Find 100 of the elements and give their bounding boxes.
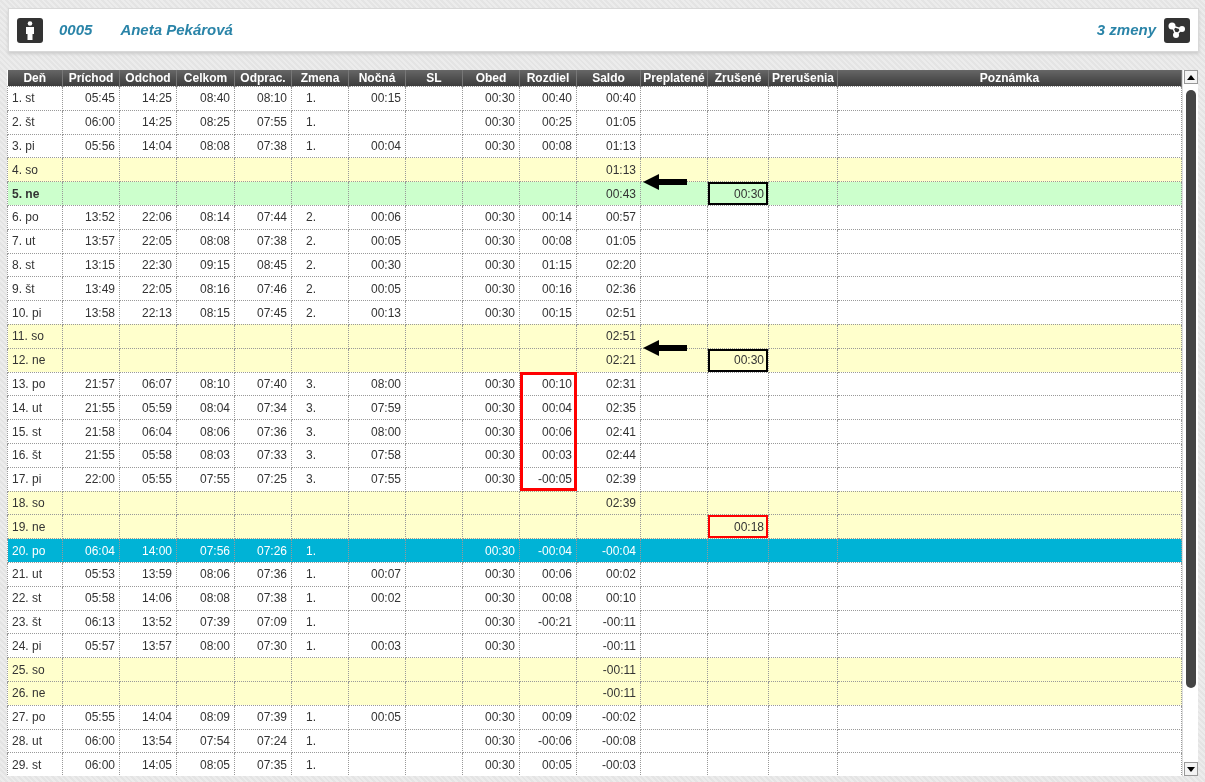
table-cell: 22. st: [7, 586, 63, 611]
table-cell: 07:55: [348, 467, 406, 492]
table-row[interactable]: 27. po 05:55 14:04 08:09 07:39 1. 00:05 00:30 00:09 -00:02: [7, 705, 1182, 729]
table-row[interactable]: 28. ut 06:00 13:54 07:54 07:24 1. 00:30 -00:06 -00:08: [7, 729, 1182, 753]
table-row[interactable]: 7. ut 13:57 22:05 08:08 07:38 2. 00:05 00:30 00:08 01:05: [7, 229, 1182, 254]
table-cell: 18. so: [7, 491, 63, 515]
table-cell: 20. po: [7, 538, 63, 563]
table-cell: 00:30: [462, 586, 520, 611]
table-row[interactable]: 24. pi 05:57 13:57 08:00 07:30 1. 00:03 00:30 -00:11: [7, 633, 1182, 658]
table-cell: 12. ne: [7, 348, 63, 373]
column-header[interactable]: SL: [405, 70, 463, 87]
table-row[interactable]: 13. po 21:57 06:07 08:10 07:40 3. 08:00 00:30 00:10 02:31: [7, 372, 1182, 396]
table-row[interactable]: 9. št 13:49 22:05 08:16 07:46 2. 00:05 00:30 00:16 02:36: [7, 276, 1182, 301]
table-row[interactable]: 22. st 05:58 14:06 08:08 07:38 1. 00:02 00:30 00:08 00:10: [7, 586, 1182, 611]
scroll-up-icon[interactable]: [1184, 70, 1198, 84]
table-cell: 00:40: [576, 86, 641, 111]
table-cell: 00:04: [348, 134, 406, 158]
scrollbar[interactable]: [1182, 70, 1198, 776]
table-cell: 3.: [291, 443, 349, 468]
table-row[interactable]: 29. st 06:00 14:05 08:05 07:35 1. 00:30 00:05 -00:03: [7, 752, 1182, 776]
table-row[interactable]: 12. ne 02:21 00:30: [7, 348, 1182, 373]
column-header[interactable]: Deň: [7, 70, 63, 87]
table-row[interactable]: 2. št 06:00 14:25 08:25 07:55 1. 00:30 00:25 01:05: [7, 110, 1182, 135]
table-row[interactable]: 8. st 13:15 22:30 09:15 08:45 2. 00:30 00:30 01:15 02:20: [7, 253, 1182, 277]
table-cell: 13:52: [62, 205, 120, 230]
table-row[interactable]: 3. pi 05:56 14:04 08:08 07:38 1. 00:04 00:30 00:08 01:13: [7, 134, 1182, 158]
table-row[interactable]: 6. po 13:52 22:06 08:14 07:44 2. 00:06 00:30 00:14 00:57: [7, 205, 1182, 230]
table-row[interactable]: 21. ut 05:53 13:59 08:06 07:36 1. 00:07 00:30 00:06 00:02: [7, 562, 1182, 587]
shift-count-link[interactable]: 3 zmeny: [1096, 18, 1156, 42]
table-cell: 2.: [291, 205, 349, 230]
table-row[interactable]: 26. ne -00:11: [7, 681, 1182, 706]
table-cell: 00:06: [519, 562, 577, 587]
table-cell: 00:30: [348, 253, 406, 277]
table-cell: 00:30: [462, 205, 520, 230]
scroll-thumb[interactable]: [1186, 90, 1196, 688]
table-cell: 00:08: [519, 134, 577, 158]
table-row[interactable]: 11. so 02:51: [7, 324, 1182, 349]
column-header[interactable]: Saldo: [576, 70, 641, 87]
column-header[interactable]: Celkom: [176, 70, 235, 87]
table-row[interactable]: 17. pi 22:00 05:55 07:55 07:25 3. 07:55 00:30 -00:05 02:39: [7, 467, 1182, 492]
column-header[interactable]: Obed: [462, 70, 520, 87]
table-cell: 07:40: [234, 372, 292, 396]
scroll-down-icon[interactable]: [1184, 762, 1198, 776]
table-cell: 00:30: [462, 372, 520, 396]
table-cell: 07:38: [234, 586, 292, 611]
table-row[interactable]: 14. ut 21:55 05:59 08:04 07:34 3. 07:59 00:30 00:04 02:35: [7, 395, 1182, 420]
table-cell: -00:21: [519, 610, 577, 634]
column-header[interactable]: Odprac.: [234, 70, 292, 87]
column-header[interactable]: Preplatené: [640, 70, 708, 87]
table-row[interactable]: 5. ne 00:43 00:30: [7, 181, 1182, 206]
column-header[interactable]: Prerušenia: [768, 70, 838, 87]
table-cell: 13:57: [62, 229, 120, 254]
table-cell: 01:15: [519, 253, 577, 277]
table-cell: 00:30: [462, 86, 520, 111]
table-cell: 07:58: [348, 443, 406, 468]
table-cell: 28. ut: [7, 729, 63, 753]
table-row[interactable]: 19. ne 00:18: [7, 514, 1182, 539]
table-cell: 05:55: [62, 705, 120, 729]
table-cell: 13:54: [119, 729, 177, 753]
table-cell: 4. so: [7, 157, 63, 182]
table-cell: 07:36: [234, 562, 292, 587]
table-cell: 07:25: [234, 467, 292, 492]
column-header[interactable]: Poznámka: [837, 70, 1182, 87]
table-cell: 07:33: [234, 443, 292, 468]
table-cell: 2.: [291, 253, 349, 277]
nodes-icon[interactable]: [1164, 17, 1190, 43]
column-header[interactable]: Príchod: [62, 70, 120, 87]
table-cell: 5. ne: [7, 181, 63, 206]
column-header[interactable]: Zrušené: [707, 70, 769, 87]
table-cell: 1.: [291, 705, 349, 729]
column-header[interactable]: Zmena: [291, 70, 349, 87]
table-row[interactable]: 15. st 21:58 06:04 08:06 07:36 3. 08:00 00:30 00:06 02:41: [7, 419, 1182, 444]
table-cell: 00:06: [348, 205, 406, 230]
table-cell: 08:10: [234, 86, 292, 111]
person-icon[interactable]: [17, 17, 43, 43]
table-cell: 2.: [291, 229, 349, 254]
table-row[interactable]: 1. st 05:45 14:25 08:40 08:10 1. 00:15 00:30 00:40 00:40: [7, 86, 1182, 111]
table-cell: 00:30: [462, 253, 520, 277]
table-cell: 07:09: [234, 610, 292, 634]
table-cell: 22:30: [119, 253, 177, 277]
table-row[interactable]: 4. so 01:13: [7, 157, 1182, 182]
table-cell: 00:30: [707, 348, 769, 373]
table-row[interactable]: 10. pi 13:58 22:13 08:15 07:45 2. 00:13 00:30 00:15 02:51: [7, 300, 1182, 325]
column-header[interactable]: Odchod: [119, 70, 177, 87]
table-cell: 00:07: [348, 562, 406, 587]
table-cell: 14. ut: [7, 395, 63, 420]
column-header[interactable]: Nočná: [348, 70, 406, 87]
table-cell: 19. ne: [7, 514, 63, 539]
table-cell: 3.: [291, 467, 349, 492]
table-row[interactable]: 16. št 21:55 05:58 08:03 07:33 3. 07:58 00:30 00:03 02:44: [7, 443, 1182, 468]
table-cell: 06:07: [119, 372, 177, 396]
table-cell: 21:57: [62, 372, 120, 396]
table-cell: 1. st: [7, 86, 63, 111]
table-row[interactable]: 18. so 02:39: [7, 491, 1182, 515]
table-cell: 7. ut: [7, 229, 63, 254]
table-row[interactable]: 23. št 06:13 13:52 07:39 07:09 1. 00:30 -00:21 -00:11: [7, 610, 1182, 634]
table-row[interactable]: 25. so -00:11: [7, 657, 1182, 682]
table-cell: 05:58: [62, 586, 120, 611]
table-cell: 00:30: [462, 610, 520, 634]
column-header[interactable]: Rozdiel: [519, 70, 577, 87]
